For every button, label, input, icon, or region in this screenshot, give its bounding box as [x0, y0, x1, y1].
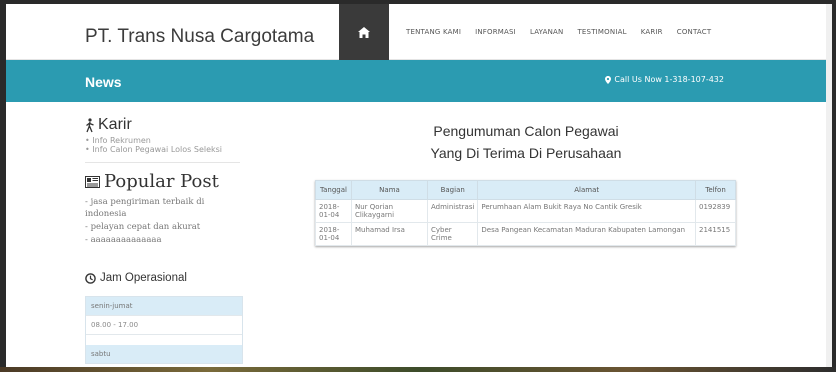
main-nav: TENTANG KAMI INFORMASI LAYANAN TESTIMONI… [392, 4, 711, 60]
page-frame: PT. Trans Nusa Cargotama TENTANG KAMI IN… [6, 4, 832, 367]
popular-list: - jasa pengiriman terbaik di indonesia -… [85, 196, 245, 246]
col-nama: Nama [351, 180, 428, 200]
jam-value: 08.00 - 17.00 [86, 315, 242, 334]
cell-telfon: 0192839 [695, 199, 736, 223]
nav-informasi[interactable]: INFORMASI [475, 28, 516, 36]
title-line-1: Pengumuman Calon Pegawai [433, 123, 619, 139]
cell-bagian: Administrasi [426, 199, 479, 223]
cell-alamat: Perumhaan Alam Bukit Raya No Cantik Gres… [477, 199, 696, 223]
karir-list: • Info Rekrumen • Info Calon Pegawai Lol… [85, 136, 245, 154]
popular-title: Popular Post [104, 171, 219, 192]
newspaper-icon [85, 175, 100, 188]
page-banner: News Call Us Now 1-318-107-432 [6, 60, 832, 102]
call-text: Call Us Now 1-318-107-432 [614, 75, 724, 84]
jam-label: sabtu [86, 345, 242, 363]
cell-alamat: Desa Pangean Kecamatan Maduran Kabupaten… [477, 222, 696, 246]
popular-item[interactable]: - pelayan cepat dan akurat [85, 221, 245, 233]
home-button[interactable] [339, 4, 389, 60]
taskbar-strip [0, 367, 836, 372]
col-bagian: Bagian [426, 180, 479, 200]
cell-tanggal: 2018-01-04 [315, 222, 352, 246]
map-marker-icon [605, 75, 612, 84]
divider [85, 162, 240, 163]
col-tanggal: Tanggal [315, 180, 352, 200]
announcement-title: Pengumuman Calon Pegawai Yang Di Terima … [306, 120, 746, 164]
table-row: 2018-01-04 Muhamad Irsa Cyber Crime Desa… [315, 222, 736, 246]
jam-label: senin-jumat [86, 297, 242, 315]
jam-spacer [86, 334, 242, 345]
karir-title: Karir [98, 116, 132, 133]
cell-tanggal: 2018-01-04 [315, 199, 352, 223]
jam-title: Jam Operasional [100, 272, 187, 284]
jam-heading: Jam Operasional [85, 272, 245, 284]
nav-tentang-kami[interactable]: TENTANG KAMI [406, 28, 461, 36]
table-header-row: Tanggal Nama Bagian Alamat Telfon [315, 180, 736, 200]
popular-item[interactable]: - jasa pengiriman terbaik di indonesia [85, 196, 245, 220]
table-row: 2018-01-04 Nur Qorian Clikaygarni Admini… [315, 199, 736, 223]
home-icon [358, 26, 370, 38]
cell-telfon: 2141515 [695, 222, 736, 246]
employee-table: Tanggal Nama Bagian Alamat Telfon 2018-0… [315, 180, 736, 246]
nav-testimonial[interactable]: TESTIMONIAL [577, 28, 626, 36]
col-alamat: Alamat [477, 180, 696, 200]
nav-contact[interactable]: CONTACT [677, 28, 712, 36]
karir-heading: Karir [85, 116, 245, 134]
top-navbar: PT. Trans Nusa Cargotama TENTANG KAMI IN… [6, 4, 832, 60]
scrollbar[interactable] [826, 4, 832, 367]
nav-karir[interactable]: KARIR [641, 28, 663, 36]
popular-item[interactable]: - aaaaaaaaaaaaaa [85, 234, 245, 246]
clock-icon [85, 272, 96, 284]
jam-table: senin-jumat 08.00 - 17.00 sabtu [85, 296, 243, 364]
title-line-2: Yang Di Terima Di Perusahaan [430, 145, 622, 161]
cell-bagian: Cyber Crime [426, 222, 479, 246]
walking-person-icon [86, 117, 94, 132]
karir-link-rekrumen[interactable]: • Info Rekrumen [85, 136, 245, 145]
col-telfon: Telfon [695, 180, 736, 200]
karir-link-lolos-seleksi[interactable]: • Info Calon Pegawai Lolos Seleksi [85, 145, 245, 154]
brand-name[interactable]: PT. Trans Nusa Cargotama [85, 26, 314, 48]
cell-nama: Nur Qorian Clikaygarni [351, 199, 428, 223]
page-title: News [85, 74, 122, 90]
popular-post-heading: Popular Post [85, 171, 245, 192]
call-info: Call Us Now 1-318-107-432 [605, 75, 724, 84]
nav-layanan[interactable]: LAYANAN [530, 28, 564, 36]
cell-nama: Muhamad Irsa [351, 222, 428, 246]
sidebar: Karir • Info Rekrumen • Info Calon Pegaw… [85, 116, 245, 364]
